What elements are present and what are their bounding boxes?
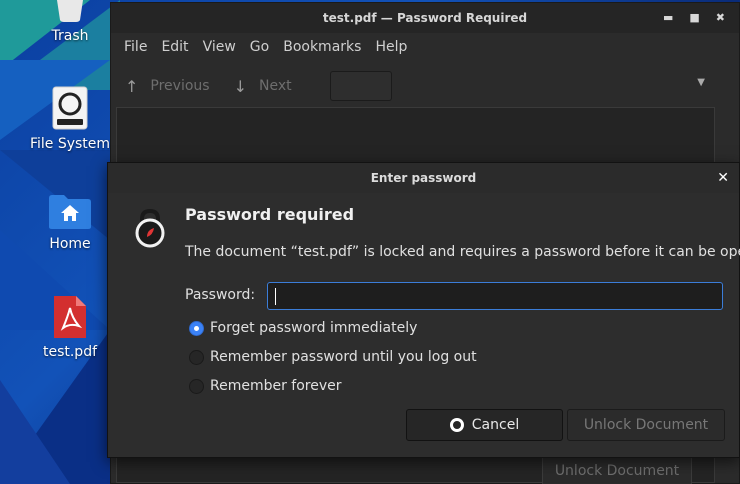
- cancel-icon: [449, 418, 464, 432]
- desktop-icon-test-pdf[interactable]: test.pdf: [22, 296, 118, 360]
- arrow-up-icon: ↑: [125, 76, 139, 96]
- dialog-message: The document “test.pdf” is locked and re…: [185, 244, 740, 260]
- menubar: File Edit View Go Bookmarks Help: [111, 33, 739, 61]
- maximize-icon[interactable]: ■: [689, 3, 699, 33]
- pdf-file-icon: [54, 296, 86, 338]
- previous-label: Previous: [150, 78, 210, 94]
- radio-button-selected[interactable]: [189, 320, 204, 336]
- trash-icon: [57, 0, 83, 22]
- minimize-icon[interactable]: ▬: [663, 3, 673, 33]
- window-title: test.pdf — Password Required: [322, 11, 528, 25]
- menu-bookmarks[interactable]: Bookmarks: [276, 39, 368, 55]
- option-label: Forget password immediately: [210, 320, 418, 336]
- desktop-icon-home[interactable]: Home: [22, 194, 118, 252]
- option-remember-forever[interactable]: Remember forever: [189, 378, 342, 394]
- close-icon[interactable]: ✖: [716, 3, 725, 33]
- password-input[interactable]: [267, 282, 723, 310]
- desktop-icon-trash[interactable]: Trash: [22, 0, 118, 44]
- toolbar: ↑ Previous ↓ Next ▼: [111, 61, 739, 111]
- dialog-heading: Password required: [185, 205, 355, 224]
- window-controls: ▬ ■ ✖: [663, 3, 725, 33]
- desktop-icon-label: File System: [29, 136, 111, 152]
- option-remember-until-logout[interactable]: Remember password until you log out: [189, 349, 477, 365]
- drive-icon: [52, 86, 88, 130]
- unlock-label: Unlock Document: [583, 417, 709, 433]
- dialog-title: Enter password: [370, 171, 477, 185]
- option-forget-immediately[interactable]: Forget password immediately: [189, 320, 417, 336]
- radio-button[interactable]: [189, 349, 204, 365]
- home-folder-icon: [49, 195, 91, 229]
- page-number-input[interactable]: [329, 71, 392, 101]
- next-button[interactable]: ↓ Next: [234, 77, 292, 96]
- background-unlock-button: Unlock Document: [542, 456, 692, 484]
- password-dialog: Enter password ✕ Password required The d…: [107, 162, 740, 458]
- desktop-icon-file-system[interactable]: File System: [22, 86, 118, 152]
- arrow-down-icon: ↓: [233, 76, 247, 96]
- option-label: Remember forever: [210, 378, 342, 394]
- cancel-label: Cancel: [471, 417, 520, 433]
- close-icon[interactable]: ✕: [717, 163, 729, 193]
- menu-go[interactable]: Go: [243, 39, 276, 55]
- unlock-document-button[interactable]: Unlock Document: [567, 409, 725, 441]
- next-label: Next: [258, 78, 292, 94]
- desktop-icon-label: Home: [49, 236, 91, 252]
- password-label: Password:: [185, 287, 256, 303]
- window-titlebar[interactable]: test.pdf — Password Required ▬ ■ ✖: [111, 3, 739, 33]
- radio-button[interactable]: [189, 378, 204, 394]
- desktop-icon-label: Trash: [51, 28, 89, 44]
- menu-view[interactable]: View: [196, 39, 243, 55]
- option-label: Remember password until you log out: [210, 349, 477, 365]
- menu-edit[interactable]: Edit: [154, 39, 195, 55]
- text-caret: [275, 288, 276, 305]
- menu-file[interactable]: File: [117, 39, 154, 55]
- menu-help[interactable]: Help: [368, 39, 414, 55]
- chevron-down-icon[interactable]: ▼: [697, 77, 705, 88]
- previous-button[interactable]: ↑ Previous: [125, 77, 210, 96]
- lock-icon: [135, 208, 165, 248]
- cancel-button[interactable]: Cancel: [406, 409, 563, 441]
- desktop-icon-label: test.pdf: [42, 344, 98, 360]
- dialog-titlebar[interactable]: Enter password ✕: [108, 163, 739, 193]
